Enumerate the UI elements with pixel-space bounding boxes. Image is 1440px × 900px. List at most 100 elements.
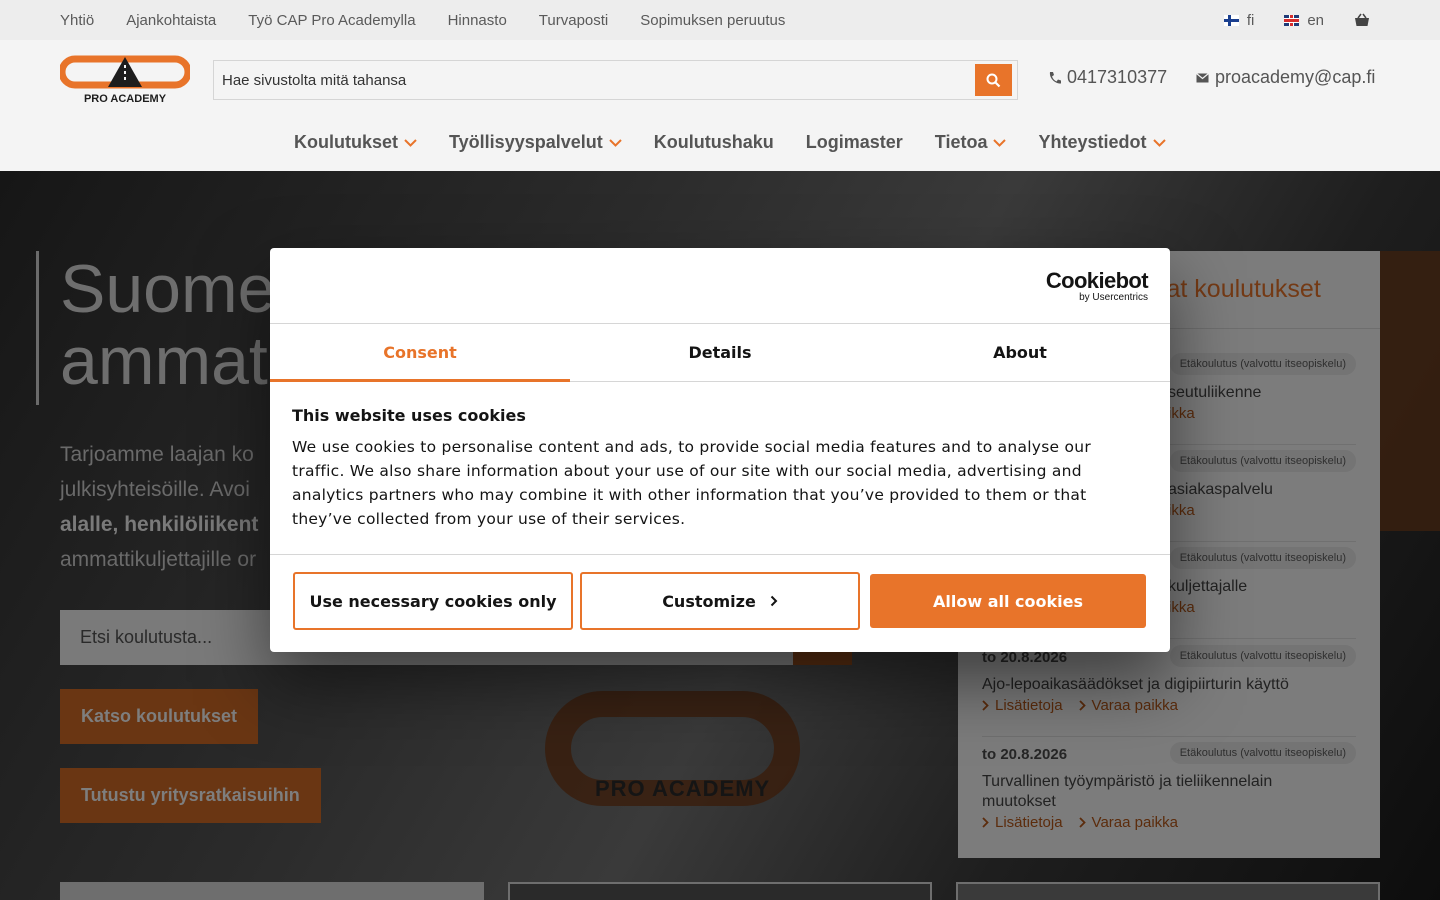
book-place-link[interactable]: Varaa paikka: [1078, 697, 1178, 714]
utility-link-tyo[interactable]: Työ CAP Pro Academylla: [248, 12, 415, 29]
finland-flag-icon: [1223, 14, 1239, 26]
nav-logimaster[interactable]: Logimaster: [806, 132, 903, 153]
site-search-button[interactable]: [975, 64, 1012, 96]
chevron-down-icon: [609, 138, 622, 147]
nav-yhteystiedot[interactable]: Yhteystiedot: [1038, 132, 1166, 153]
book-place-label: Varaa paikka: [1091, 814, 1178, 831]
more-info-link[interactable]: Lisätietoja: [982, 697, 1063, 714]
utility-link-yhtio[interactable]: Yhtiö: [60, 12, 94, 29]
nav-tyollisyyspalvelut[interactable]: Työllisyyspalvelut: [449, 132, 622, 153]
course-badge: Etäkoulutus (valvottu itseopiskelu): [1169, 353, 1356, 375]
nav-koulutushaku-label: Koulutushaku: [653, 132, 774, 152]
main-navigation: Koulutukset Työllisyyspalvelut Koulutush…: [294, 132, 1166, 153]
language-fi[interactable]: fi: [1223, 11, 1255, 29]
site-header: PRO ACADEMY 0417310377 proacademy@cap.fi…: [0, 40, 1440, 171]
nav-koulutukset-label: Koulutukset: [294, 132, 399, 152]
hero-title: Suome ammat: [60, 253, 275, 397]
utility-link-hinnasto[interactable]: Hinnasto: [448, 12, 507, 29]
course-name[interactable]: kuljettajalle: [1168, 577, 1440, 597]
hero-title-line-1: Suome: [60, 251, 276, 327]
cookie-dialog-footer: Use necessary cookies only Customize All…: [270, 554, 1170, 652]
chevron-down-icon: [1152, 138, 1166, 147]
feature-card[interactable]: [508, 882, 932, 900]
book-place-link[interactable]: Varaa paikka: [1078, 814, 1178, 831]
language-fi-label: fi: [1246, 11, 1255, 29]
course-name[interactable]: Turvallinen työympäristö ja tieliikennel…: [982, 772, 1322, 812]
cookie-dialog-body: This website uses cookies We use cookies…: [292, 406, 1112, 531]
language-en-label: en: [1307, 11, 1324, 29]
cookiebot-wordmark: Cookiebot: [1045, 268, 1149, 293]
utility-bar: Yhtiö Ajankohtaista Työ CAP Pro Academyl…: [0, 0, 1440, 40]
logo-wordmark: PRO ACADEMY: [84, 93, 167, 105]
language-en[interactable]: en: [1284, 12, 1324, 29]
customize-button-label: Customize: [662, 591, 756, 611]
cookiebot-byline: by Usercentrics: [1079, 292, 1148, 303]
tab-about[interactable]: About: [870, 324, 1170, 381]
course-name[interactable]: seutuliikenne: [1168, 383, 1440, 403]
tab-consent[interactable]: Consent: [270, 324, 570, 382]
tab-details[interactable]: Details: [570, 324, 870, 381]
nav-tietoa[interactable]: Tietoa: [935, 132, 1007, 153]
book-place-link[interactable]: ikka: [1168, 405, 1195, 422]
more-info-link[interactable]: Lisätietoja: [982, 814, 1063, 831]
allow-all-cookies-button[interactable]: Allow all cookies: [870, 574, 1146, 628]
hero-background-logo-text: PRO ACADEMY: [595, 776, 771, 801]
course-date: to 20.8.2026: [982, 746, 1068, 763]
chevron-down-icon: [993, 138, 1007, 147]
hero-title-accent-line: [36, 251, 39, 405]
course-name[interactable]: Ajo-lepoaikasäädökset ja digipiirturin k…: [982, 675, 1322, 695]
cap-pro-academy-logo[interactable]: PRO ACADEMY: [60, 55, 190, 105]
envelope-icon: [1196, 72, 1209, 82]
more-info-label: Lisätietoja: [995, 697, 1063, 714]
nav-koulutukset[interactable]: Koulutukset: [294, 132, 417, 153]
cookie-dialog-text: We use cookies to personalise content an…: [292, 438, 1091, 528]
hero-lead-line-3: alalle, henkilöliikent: [60, 513, 259, 536]
feature-card[interactable]: [956, 882, 1380, 900]
chevron-right-icon: [1078, 817, 1086, 828]
nav-koulutushaku[interactable]: Koulutushaku: [654, 132, 774, 153]
cookiebot-logo[interactable]: Cookiebot by Usercentrics: [1045, 268, 1149, 304]
upcoming-courses-title: vat koulutukset: [1154, 275, 1321, 303]
chevron-right-icon: [982, 817, 989, 828]
course-actions: ikka: [1168, 405, 1195, 422]
search-icon: [986, 73, 1001, 87]
course-item: to 20.8.2026 Etäkoulutus (valvottu itseo…: [982, 742, 1356, 846]
book-place-link[interactable]: ikka: [1168, 599, 1195, 616]
site-search-input[interactable]: [222, 61, 962, 99]
feature-card[interactable]: [60, 882, 484, 900]
view-courses-button[interactable]: Katso koulutukset: [60, 689, 259, 744]
utility-link-ajankohtaista[interactable]: Ajankohtaista: [126, 12, 216, 29]
chevron-right-icon: [770, 595, 778, 607]
hero-lead-line-2: julkisyhteisöille. Avoi: [60, 478, 250, 501]
email-address: proacademy@cap.fi: [1215, 67, 1376, 87]
phone-number: 0417310377: [1067, 67, 1168, 87]
language-switcher: fi en: [1223, 0, 1370, 40]
more-info-label: Lisätietoja: [995, 814, 1063, 831]
customize-button[interactable]: Customize: [580, 572, 860, 630]
book-place-link[interactable]: ikka: [1168, 502, 1195, 519]
hero-title-line-2: ammat: [60, 323, 268, 399]
course-actions: Lisätietoja Varaa paikka: [982, 814, 1178, 831]
business-solutions-button[interactable]: Tutustu yritysratkaisuihin: [60, 768, 321, 823]
utility-links: Yhtiö Ajankohtaista Työ CAP Pro Academyl…: [60, 0, 785, 40]
hero-lead-line-1: Tarjoamme laajan ko: [60, 443, 254, 466]
utility-link-peruutus[interactable]: Sopimuksen peruutus: [640, 12, 785, 29]
uk-flag-icon: [1284, 14, 1300, 26]
basket-icon[interactable]: [1354, 13, 1370, 27]
course-badge: Etäkoulutus (valvottu itseopiskelu): [1169, 547, 1356, 569]
course-actions: ikka: [1168, 599, 1195, 616]
nav-tyollisyyspalvelut-label: Työllisyyspalvelut: [449, 132, 603, 152]
chevron-down-icon: [404, 138, 417, 147]
phone-icon: [1049, 71, 1061, 84]
course-name[interactable]: asiakaspalvelu: [1168, 480, 1440, 500]
hero-lead-line-4: ammattikuljettajille or: [60, 548, 257, 571]
cookie-dialog-header: Cookiebot by Usercentrics: [270, 248, 1170, 324]
email-contact[interactable]: proacademy@cap.fi: [1196, 67, 1375, 88]
utility-link-turvaposti[interactable]: Turvaposti: [539, 12, 608, 29]
phone-contact[interactable]: 0417310377: [1048, 67, 1167, 88]
nav-logimaster-label: Logimaster: [805, 132, 903, 152]
cookie-dialog-tabs: Consent Details About: [270, 324, 1170, 382]
necessary-cookies-button[interactable]: Use necessary cookies only: [293, 572, 573, 630]
chevron-right-icon: [982, 700, 989, 711]
cookie-consent-dialog: Cookiebot by Usercentrics Consent Detail…: [270, 248, 1170, 652]
